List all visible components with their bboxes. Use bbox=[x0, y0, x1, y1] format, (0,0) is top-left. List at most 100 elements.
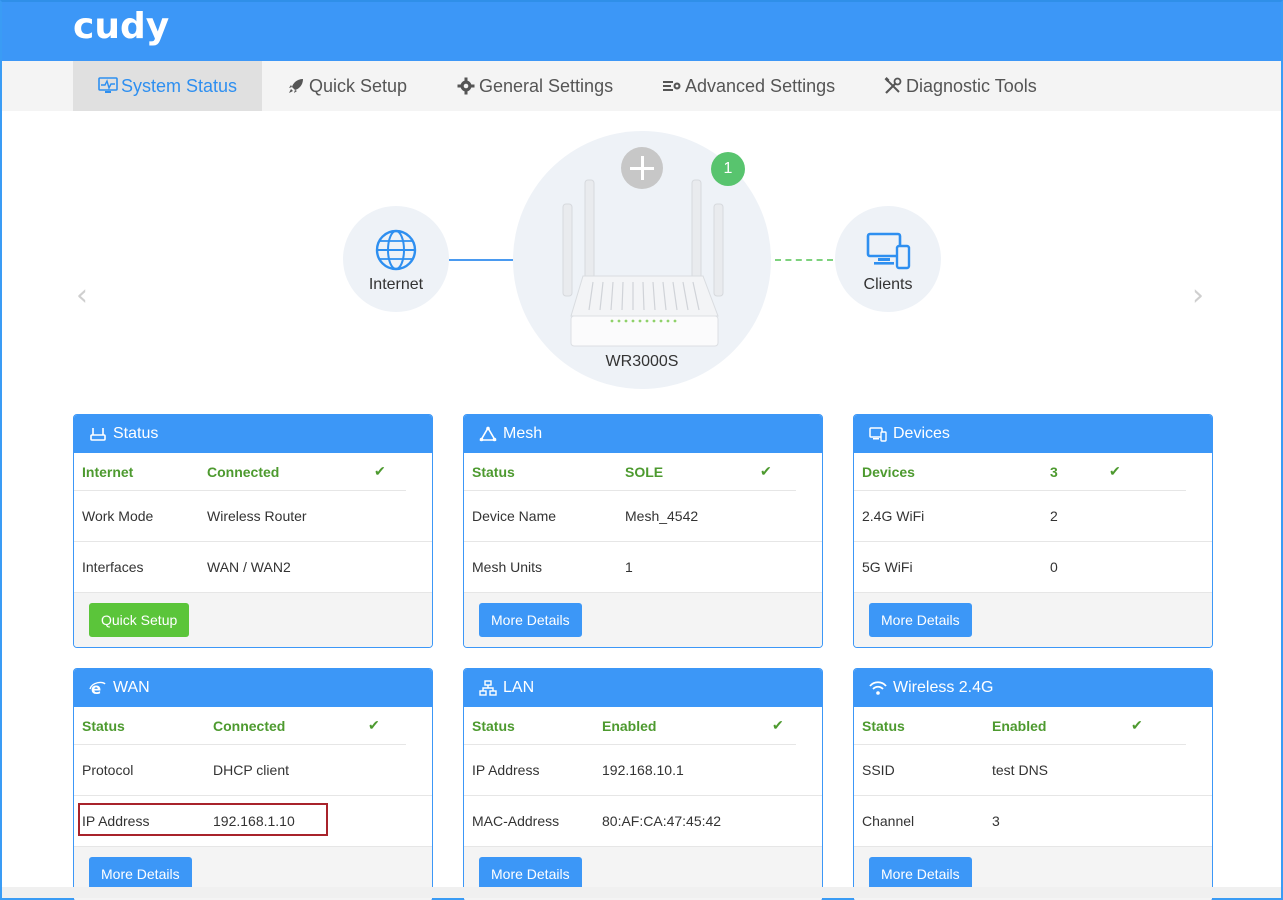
row-key: Device Name bbox=[472, 508, 557, 524]
cudy-logo[interactable]: cudy bbox=[73, 6, 169, 47]
devices-more-details-button[interactable]: More Details bbox=[869, 603, 972, 637]
row-key: Status bbox=[472, 717, 515, 734]
internet-node[interactable]: Internet bbox=[343, 206, 449, 312]
monitor-icon bbox=[97, 76, 119, 96]
check-icon: ✔ bbox=[368, 717, 380, 733]
wan-more-details-button[interactable]: More Details bbox=[89, 857, 192, 891]
row-key: Work Mode bbox=[82, 508, 154, 524]
row-value: 2 bbox=[1050, 508, 1058, 524]
card-header: Status bbox=[74, 415, 432, 453]
router-image-icon bbox=[553, 176, 733, 361]
lan-more-details-button[interactable]: More Details bbox=[479, 857, 582, 891]
row-key: IP Address bbox=[472, 762, 540, 778]
table-row: 2.4G WiFi 2 bbox=[854, 491, 1212, 542]
wireless-more-details-button[interactable]: More Details bbox=[869, 857, 972, 891]
row-value: Wireless Router bbox=[207, 508, 307, 524]
wifi-icon bbox=[869, 679, 887, 697]
main-nav: System Status Quick Setup General Settin… bbox=[2, 61, 1281, 111]
check-icon: ✔ bbox=[374, 463, 386, 479]
devices-icon bbox=[866, 232, 912, 275]
card-title: Mesh bbox=[503, 425, 543, 442]
table-row: MAC-Address 80:AF:CA:47:45:42 bbox=[464, 796, 822, 847]
row-value: Connected bbox=[213, 717, 286, 734]
internet-link bbox=[449, 259, 515, 261]
row-key: Interfaces bbox=[82, 559, 144, 575]
globe-icon bbox=[374, 228, 418, 277]
row-value: WAN / WAN2 bbox=[207, 559, 291, 575]
mesh-more-details-button[interactable]: More Details bbox=[479, 603, 582, 637]
nav-label: Quick Setup bbox=[309, 75, 408, 96]
row-value: 1 bbox=[625, 559, 633, 575]
clients-link bbox=[775, 259, 833, 261]
row-key: Status bbox=[862, 717, 905, 734]
prev-arrow-icon[interactable]: ‹ bbox=[76, 278, 88, 313]
row-value: Enabled bbox=[992, 717, 1047, 734]
nav-diagnostic-tools[interactable]: Diagnostic Tools bbox=[882, 61, 1037, 111]
router-icon bbox=[89, 425, 107, 443]
card-title: Wireless 2.4G bbox=[893, 679, 994, 696]
table-row: SSID test DNS bbox=[854, 745, 1212, 796]
row-value: 0 bbox=[1050, 559, 1058, 575]
row-value: 3 bbox=[1050, 463, 1058, 480]
table-row: Work Mode Wireless Router bbox=[74, 491, 432, 542]
row-key: SSID bbox=[862, 762, 895, 778]
nav-general-settings[interactable]: General Settings bbox=[455, 61, 613, 111]
status-card: Status Internet Connected ✔ Work Mode Wi… bbox=[73, 414, 433, 648]
row-key: Status bbox=[82, 717, 125, 734]
mesh-count-badge[interactable]: 1 bbox=[711, 152, 745, 186]
card-header: Wireless 2.4G bbox=[854, 669, 1212, 707]
nav-label: General Settings bbox=[479, 75, 614, 96]
table-row: Status Enabled ✔ bbox=[464, 707, 822, 745]
check-icon: ✔ bbox=[1131, 717, 1143, 733]
internet-label: Internet bbox=[368, 276, 424, 293]
next-arrow-icon[interactable]: › bbox=[1192, 278, 1204, 313]
table-row: Device Name Mesh_4542 bbox=[464, 491, 822, 542]
row-key: MAC-Address bbox=[472, 813, 560, 829]
devices-card: Devices Devices 3 ✔ 2.4G WiFi 2 5G WiFi … bbox=[853, 414, 1213, 648]
advanced-settings-icon bbox=[661, 76, 683, 96]
card-header: LAN bbox=[464, 669, 822, 707]
router-label: WR3000S bbox=[605, 353, 679, 370]
row-value: test DNS bbox=[992, 762, 1049, 778]
table-row: Status Enabled ✔ bbox=[854, 707, 1212, 745]
row-key: 5G WiFi bbox=[862, 559, 913, 575]
table-row: Status SOLE ✔ bbox=[464, 453, 822, 491]
add-mesh-button[interactable] bbox=[621, 147, 663, 189]
ie-browser-icon: e bbox=[89, 679, 107, 697]
card-footer: More Details bbox=[464, 593, 822, 647]
tools-icon bbox=[882, 76, 904, 96]
nav-system-status[interactable]: System Status bbox=[73, 61, 262, 111]
card-title: LAN bbox=[503, 679, 535, 696]
nav-label: Advanced Settings bbox=[685, 75, 836, 96]
gear-icon bbox=[455, 76, 477, 96]
row-key: Protocol bbox=[82, 762, 134, 778]
card-footer: More Details bbox=[854, 593, 1212, 647]
row-value: Connected bbox=[207, 463, 280, 480]
card-header: Devices bbox=[854, 415, 1212, 453]
row-value: DHCP client bbox=[213, 762, 289, 778]
row-key: 2.4G WiFi bbox=[862, 508, 925, 524]
nav-label: Diagnostic Tools bbox=[906, 75, 1037, 96]
row-key: Mesh Units bbox=[472, 559, 543, 575]
nav-advanced-settings[interactable]: Advanced Settings bbox=[661, 61, 835, 111]
top-header: cudy bbox=[2, 2, 1281, 61]
devices-icon bbox=[869, 425, 887, 443]
clients-node[interactable]: Clients bbox=[835, 206, 941, 312]
check-icon: ✔ bbox=[772, 717, 784, 733]
table-row: Mesh Units 1 bbox=[464, 542, 822, 593]
row-key: Internet bbox=[82, 463, 134, 480]
nav-quick-setup[interactable]: Quick Setup bbox=[285, 61, 407, 111]
network-icon bbox=[479, 679, 497, 697]
row-value: 192.168.10.1 bbox=[602, 762, 684, 778]
wireless-24g-card: Wireless 2.4G Status Enabled ✔ SSID test… bbox=[853, 668, 1213, 900]
card-header: Mesh bbox=[464, 415, 822, 453]
row-value: 80:AF:CA:47:45:42 bbox=[602, 813, 722, 829]
table-row: Interfaces WAN / WAN2 bbox=[74, 542, 432, 593]
quick-setup-button[interactable]: Quick Setup bbox=[89, 603, 190, 637]
table-row: IP Address 192.168.10.1 bbox=[464, 745, 822, 796]
card-title: Status bbox=[113, 425, 159, 442]
row-value: SOLE bbox=[625, 463, 664, 480]
table-row: Protocol DHCP client bbox=[74, 745, 432, 796]
check-icon: ✔ bbox=[1109, 463, 1121, 479]
table-row: Channel 3 bbox=[854, 796, 1212, 847]
